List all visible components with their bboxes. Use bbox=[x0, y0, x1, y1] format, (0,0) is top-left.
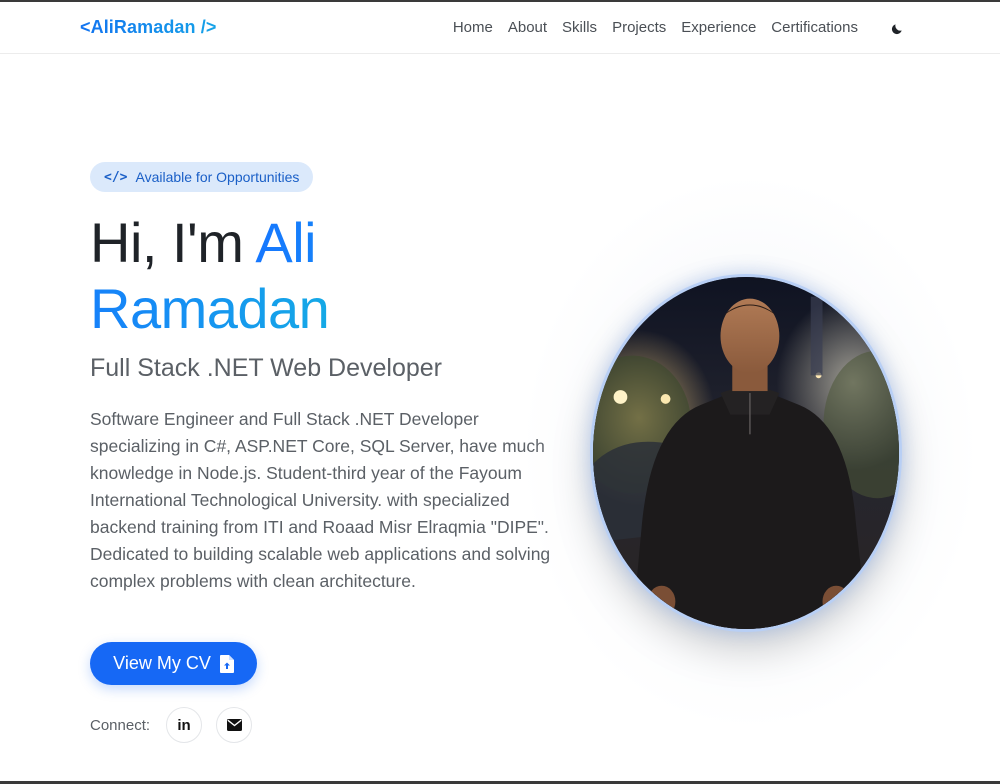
nav-link-experience[interactable]: Experience bbox=[681, 19, 756, 36]
file-upload-icon bbox=[219, 654, 234, 673]
nav-link-certifications[interactable]: Certifications bbox=[771, 19, 858, 36]
availability-badge: </> Available for Opportunities bbox=[90, 162, 314, 192]
hero-title: Hi, I'm Ali Ramadan bbox=[90, 210, 550, 342]
view-cv-button[interactable]: View My CV bbox=[90, 642, 257, 685]
nav-link-about[interactable]: About bbox=[508, 19, 547, 36]
linkedin-icon: in bbox=[177, 716, 191, 734]
moon-icon bbox=[891, 24, 902, 35]
linkedin-button[interactable]: in bbox=[166, 707, 203, 743]
email-icon bbox=[226, 719, 242, 731]
connect-row: Connect: in bbox=[90, 706, 253, 744]
nav-link-home[interactable]: Home bbox=[453, 19, 493, 36]
hero-description: Software Engineer and Full Stack .NET De… bbox=[90, 409, 551, 591]
theme-toggle-button[interactable] bbox=[886, 18, 908, 40]
profile-photo bbox=[590, 274, 902, 632]
navbar: <AliRamadan /> Home About Skills Project… bbox=[0, 2, 1000, 54]
nav-link-projects[interactable]: Projects bbox=[612, 19, 666, 36]
hero-subtitle: Full Stack .NET Web Developer bbox=[90, 354, 442, 382]
view-cv-button-label: View My CV bbox=[113, 653, 211, 673]
availability-badge-label: Available for Opportunities bbox=[135, 169, 300, 185]
hero-greeting: Hi, I'm bbox=[90, 211, 256, 274]
nav-link-skills[interactable]: Skills bbox=[562, 19, 597, 36]
connect-label: Connect: bbox=[90, 716, 151, 734]
nav-links: Home About Skills Projects Experience Ce… bbox=[453, 19, 858, 36]
brand-logo[interactable]: <AliRamadan /> bbox=[80, 17, 216, 38]
email-button[interactable] bbox=[216, 707, 253, 743]
code-icon: </> bbox=[104, 169, 128, 185]
page: <AliRamadan /> Home About Skills Project… bbox=[0, 0, 1000, 784]
